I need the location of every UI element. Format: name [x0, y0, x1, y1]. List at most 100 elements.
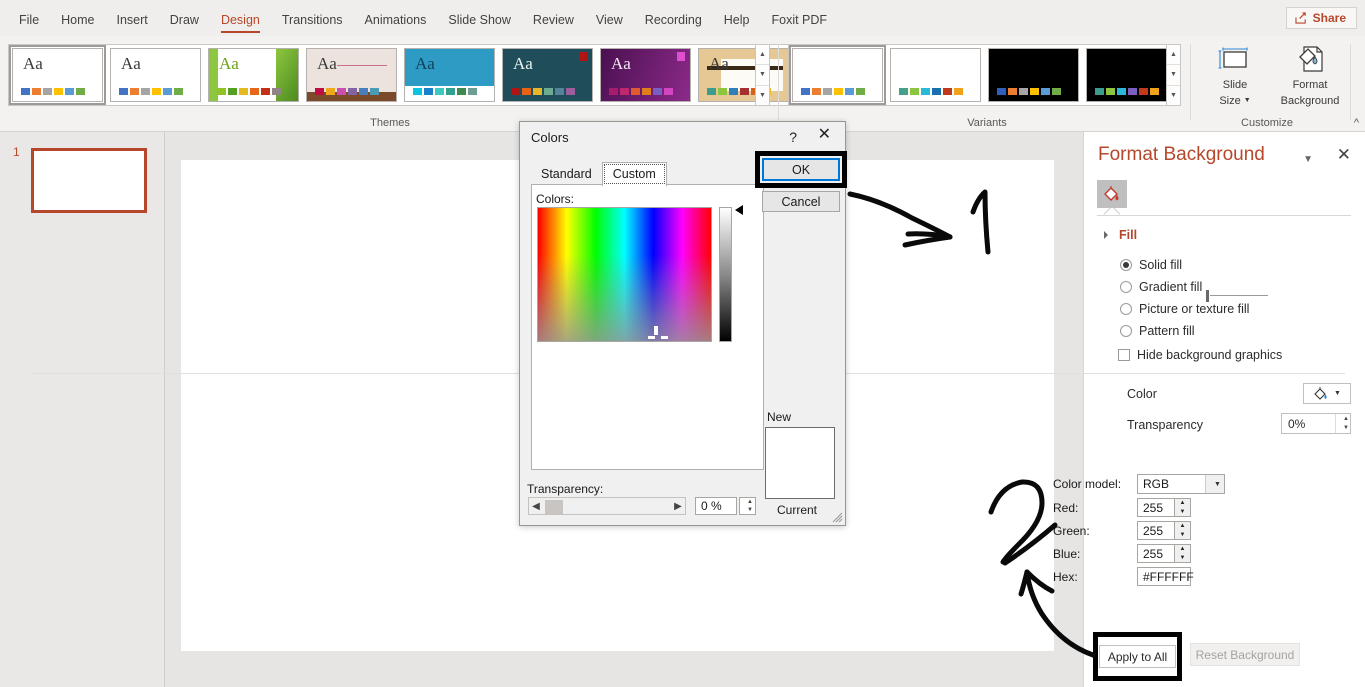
blue-spin-down-icon[interactable]: ▼	[1175, 554, 1190, 563]
variant-thumb-1[interactable]	[890, 48, 981, 102]
tab-recording[interactable]: Recording	[634, 9, 713, 33]
panel-close-icon[interactable]: ✕	[1337, 146, 1351, 163]
variant-swatches-1	[899, 88, 963, 95]
ok-button[interactable]: OK	[762, 158, 840, 181]
luminance-slider-marker-icon[interactable]	[735, 205, 743, 215]
transparency-slider-knob[interactable]	[1206, 290, 1209, 302]
variant-thumb-2[interactable]	[988, 48, 1079, 102]
green-input[interactable]: 255	[1137, 521, 1175, 540]
theme-thumb-1[interactable]: Aa	[110, 48, 201, 102]
format-background-button[interactable]: Format Background	[1270, 42, 1350, 107]
fill-tab-paint-bucket-icon[interactable]	[1097, 180, 1127, 208]
theme-thumb-4[interactable]: Aa	[404, 48, 495, 102]
themes-scroll-up[interactable]: ▲	[756, 45, 769, 66]
red-label: Red:	[1053, 500, 1079, 515]
transparency-spinbox[interactable]: 0% ▲ ▼	[1281, 413, 1351, 434]
themes-gallery: Aa Aa Aa Aa Aa Aa Aa Aa	[8, 44, 793, 106]
theme-thumb-0[interactable]: Aa	[9, 45, 106, 105]
variants-scroll-down[interactable]: ▼	[1167, 65, 1180, 86]
panel-options-chevron-down-icon[interactable]: ▼	[1303, 154, 1313, 165]
transparency-left-arrow-icon[interactable]: ◀	[529, 501, 543, 512]
green-label: Green:	[1053, 523, 1090, 538]
fill-section-header[interactable]: Fill	[1104, 228, 1137, 242]
slide-size-button[interactable]: Slide Size ▼	[1204, 42, 1266, 107]
dialog-resize-grip[interactable]	[831, 511, 843, 523]
colors-dialog-close-icon[interactable]: ✕	[818, 127, 831, 143]
dialog-transparency-scrollbar[interactable]: ◀ ▶	[528, 497, 686, 515]
hex-value: #FFFFFF	[1143, 569, 1194, 584]
color-model-chevron-down-icon[interactable]: ▼	[1205, 475, 1224, 493]
preview-new-label: New	[767, 410, 792, 424]
tab-file[interactable]: File	[8, 9, 50, 33]
dialog-transparency-value-box[interactable]: 0 %	[695, 497, 737, 515]
red-spin-down-icon[interactable]: ▼	[1175, 508, 1190, 517]
cancel-button[interactable]: Cancel	[762, 191, 840, 212]
tab-draw[interactable]: Draw	[159, 9, 210, 33]
tab-custom[interactable]: Custom	[601, 162, 667, 186]
transparency-spinner[interactable]: ▲ ▼	[1335, 414, 1350, 433]
blue-input[interactable]: 255	[1137, 544, 1175, 563]
dialog-transparency-spin-up-icon[interactable]: ▲	[745, 498, 755, 506]
variants-gallery-scrollbar[interactable]: ▲ ▼ ▼	[1166, 44, 1181, 106]
theme-thumb-3[interactable]: Aa	[306, 48, 397, 102]
theme-thumb-6[interactable]: Aa	[600, 48, 691, 102]
radio-pattern-fill[interactable]: Pattern fill	[1120, 324, 1195, 338]
slide-size-label-1: Slide	[1222, 79, 1248, 91]
colors-dialog-help-icon[interactable]: ?	[789, 129, 797, 145]
tab-transitions[interactable]: Transitions	[271, 9, 354, 33]
theme-aa-0: Aa	[23, 54, 43, 73]
transparency-spin-up-icon[interactable]: ▲	[1342, 414, 1350, 424]
apply-to-all-button[interactable]: Apply to All	[1099, 645, 1176, 668]
tab-foxit-pdf[interactable]: Foxit PDF	[761, 9, 839, 33]
dialog-transparency-spin-down-icon[interactable]: ▼	[745, 506, 755, 514]
themes-gallery-scrollbar[interactable]: ▲ ▼ ▼	[755, 44, 770, 106]
transparency-right-arrow-icon[interactable]: ▶	[671, 501, 685, 512]
color-picker-button[interactable]: ▼	[1303, 383, 1351, 404]
theme-thumb-7[interactable]: Aa	[698, 48, 789, 102]
blue-spinner[interactable]: ▲ ▼	[1175, 544, 1191, 563]
tab-slide-show[interactable]: Slide Show	[437, 9, 522, 33]
transparency-scrollbar-thumb[interactable]	[545, 500, 563, 514]
variants-more-button[interactable]: ▼	[1167, 86, 1180, 105]
tab-view[interactable]: View	[585, 9, 634, 33]
dialog-transparency-spinner[interactable]: ▲ ▼	[739, 497, 756, 515]
gradient-cursor-marks	[648, 336, 668, 339]
theme-aa-7: Aa	[709, 54, 729, 73]
variants-scroll-up[interactable]: ▲	[1167, 45, 1180, 66]
tab-insert[interactable]: Insert	[106, 9, 159, 33]
variant-thumb-0[interactable]	[789, 45, 886, 105]
collapse-ribbon-button[interactable]: ^	[1354, 117, 1359, 129]
green-spin-up-icon[interactable]: ▲	[1175, 522, 1190, 531]
color-gradient-picker[interactable]	[537, 207, 712, 342]
radio-picture-or-texture-fill[interactable]: Picture or texture fill	[1120, 302, 1249, 316]
green-spin-down-icon[interactable]: ▼	[1175, 531, 1190, 540]
hex-input[interactable]: #FFFFFF	[1137, 567, 1194, 586]
tab-standard[interactable]: Standard	[531, 163, 602, 186]
transparency-spin-down-icon[interactable]: ▼	[1342, 424, 1350, 434]
tab-design[interactable]: Design	[210, 9, 271, 33]
radio-gradient-fill[interactable]: Gradient fill	[1120, 280, 1202, 294]
tab-animations[interactable]: Animations	[354, 9, 438, 33]
slide-thumbnail-1[interactable]	[31, 148, 147, 213]
themes-more-button[interactable]: ▼	[756, 86, 769, 105]
red-spinner[interactable]: ▲ ▼	[1175, 498, 1191, 517]
gradient-cursor	[654, 326, 658, 335]
theme-thumb-2[interactable]: Aa	[208, 48, 299, 102]
radio-solid-fill[interactable]: Solid fill	[1120, 258, 1182, 272]
green-spinner[interactable]: ▲ ▼	[1175, 521, 1191, 540]
blue-spin-up-icon[interactable]: ▲	[1175, 545, 1190, 554]
tab-home[interactable]: Home	[50, 9, 105, 33]
transparency-slider[interactable]	[1200, 289, 1268, 303]
tab-help[interactable]: Help	[713, 9, 761, 33]
tab-review[interactable]: Review	[522, 9, 585, 33]
red-input[interactable]: 255	[1137, 498, 1175, 517]
hex-label: Hex:	[1053, 569, 1078, 584]
luminance-slider[interactable]	[719, 207, 732, 342]
checkbox-hide-background-graphics[interactable]: Hide background graphics	[1118, 348, 1282, 362]
red-spin-up-icon[interactable]: ▲	[1175, 499, 1190, 508]
color-model-value: RGB	[1143, 477, 1170, 491]
theme-thumb-5[interactable]: Aa	[502, 48, 593, 102]
variant-thumb-3[interactable]	[1086, 48, 1177, 102]
color-model-select[interactable]: RGB ▼	[1137, 474, 1225, 494]
themes-scroll-down[interactable]: ▼	[756, 65, 769, 86]
